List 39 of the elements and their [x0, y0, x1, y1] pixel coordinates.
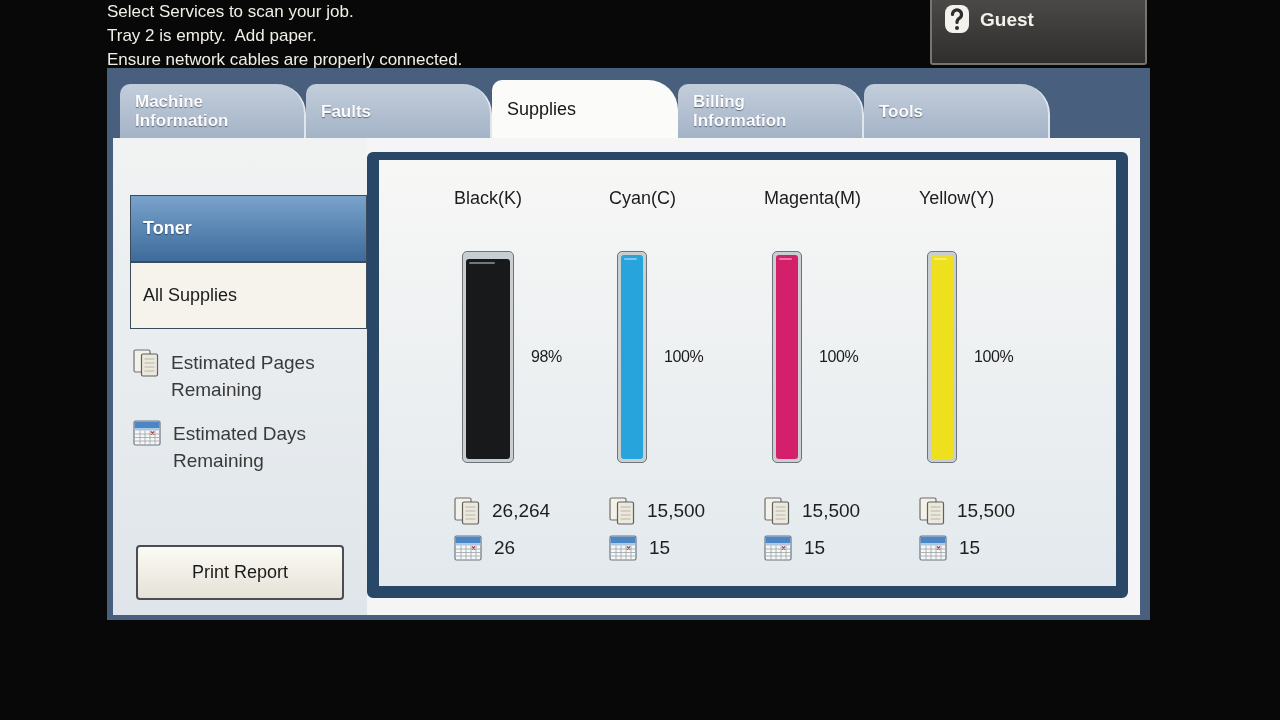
toner-percent: 100% [819, 347, 859, 367]
count-value: 26 [494, 535, 516, 560]
count-value: 15,500 [802, 499, 861, 523]
calendar-icon [609, 534, 637, 561]
toner-name: Magenta(M) [764, 187, 862, 210]
tab[interactable]: Machine Information [120, 84, 306, 138]
pages-icon [609, 497, 635, 526]
pages-icon [133, 349, 159, 377]
question-mark-icon [944, 4, 970, 34]
count-value: 15 [804, 535, 826, 560]
toner-name: Yellow(Y) [919, 187, 995, 210]
status-message: Select Services to scan your job. [107, 1, 355, 23]
pages-icon [919, 497, 945, 526]
toner-name: Black(K) [454, 187, 522, 210]
print-report-button[interactable]: Print Report [136, 545, 344, 600]
tab[interactable]: Billing Information [678, 84, 864, 138]
count-value: 15,500 [647, 499, 706, 523]
calendar-icon [919, 534, 947, 561]
count-value: 15,500 [957, 499, 1016, 523]
calendar-icon [454, 534, 482, 561]
count-value: 15 [649, 535, 671, 560]
calendar-icon [764, 534, 792, 561]
tab[interactable]: Supplies [492, 80, 678, 138]
status-message: Tray 2 is empty. Add paper. [107, 25, 318, 47]
count-value: 15 [959, 535, 981, 560]
calendar-icon [133, 420, 161, 446]
count-value: 26,264 [492, 499, 551, 523]
legend-label: Estimated Pages Remaining [171, 351, 316, 402]
guest-button[interactable]: Guest [930, 0, 1147, 65]
toner-name: Cyan(C) [609, 187, 676, 210]
toner-percent: 100% [664, 347, 704, 367]
status-message: Ensure network cables are properly connected. [107, 49, 464, 71]
pages-icon [764, 497, 790, 526]
pages-icon [454, 497, 480, 526]
toner-percent: 98% [531, 347, 562, 367]
sidebar-item[interactable]: Toner [130, 195, 367, 262]
legend-label: Estimated Days Remaining [173, 422, 308, 473]
sidebar-item[interactable]: All Supplies [130, 262, 367, 329]
toner-percent: 100% [974, 347, 1014, 367]
